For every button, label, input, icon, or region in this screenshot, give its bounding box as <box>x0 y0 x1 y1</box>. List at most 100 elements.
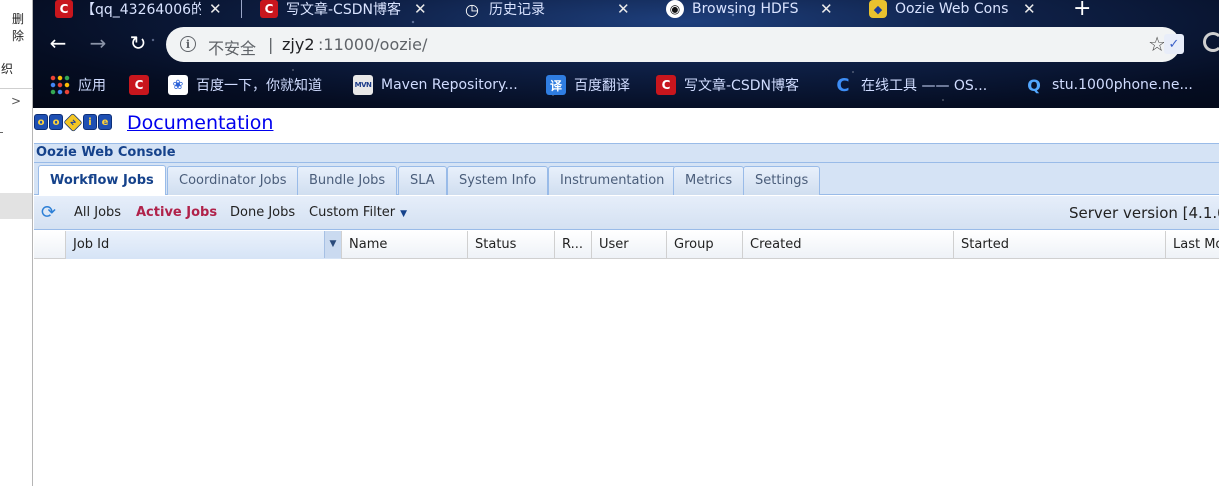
url-path: :11000/oozie/ <box>318 35 428 54</box>
maven-icon: MVN <box>353 75 373 95</box>
bookmark-label: 写文章-CSDN博客 <box>684 78 799 94</box>
active-jobs-button[interactable]: Active Jobs <box>136 205 217 220</box>
column-label: Job Id <box>73 237 110 252</box>
csdn-icon: C <box>260 0 278 18</box>
extension-icon[interactable]: ✓ <box>1164 34 1184 54</box>
column-job-id[interactable]: Job Id ▼ <box>65 231 341 259</box>
oozie-page: oozie Documentation Oozie Web Console Wo… <box>34 108 1219 486</box>
browser-tab-2[interactable]: C 写文章-CSDN博客 ✕ <box>260 0 427 18</box>
translate-icon: 译 <box>546 75 566 95</box>
tab-coordinator-jobs[interactable]: Coordinator Jobs <box>167 166 299 195</box>
bookmark-label: stu.1000phone.ne... <box>1052 77 1193 93</box>
bookmark-label: 应用 <box>78 78 106 94</box>
tool-icon: C <box>836 74 850 96</box>
custom-filter-button[interactable]: Custom Filter ▼ <box>309 205 407 220</box>
bookmark-stu[interactable]: Q stu.1000phone.ne... <box>1024 75 1193 95</box>
tab-label: Oozie Web Cons <box>895 1 1009 17</box>
close-icon[interactable]: ✕ <box>209 0 222 18</box>
divider <box>0 88 32 89</box>
tab-label: Browsing HDFS <box>692 1 799 17</box>
custom-filter-label: Custom Filter <box>309 205 396 220</box>
console-title: Oozie Web Console <box>34 143 1219 163</box>
column-user[interactable]: User <box>591 231 666 259</box>
tab-bundle-jobs[interactable]: Bundle Jobs <box>297 166 398 195</box>
server-version: Server version [4.1.0 <box>1069 204 1219 222</box>
tab-workflow-jobs[interactable]: Workflow Jobs <box>38 165 166 195</box>
info-icon[interactable]: i <box>180 36 196 52</box>
column-started[interactable]: Started <box>953 231 1165 259</box>
csdn-icon: C <box>129 75 149 95</box>
close-icon[interactable]: ✕ <box>414 0 427 18</box>
bookmark-label: 在线工具 —— OS... <box>861 78 988 94</box>
stu-icon: Q <box>1027 75 1041 95</box>
bookmark-csdn[interactable]: C <box>129 75 149 95</box>
column-name[interactable]: Name <box>341 231 467 259</box>
bookmark-maven[interactable]: MVN Maven Repository... <box>353 75 518 95</box>
extension-icon-2[interactable] <box>1203 32 1219 52</box>
tab-settings[interactable]: Settings <box>743 166 821 195</box>
browser-tab-1[interactable]: C 【qq_43264006的 ✕ <box>55 0 222 18</box>
refresh-icon[interactable]: ⟳ <box>41 204 59 222</box>
organize-label[interactable]: 织 <box>1 60 13 77</box>
browser-tab-3[interactable]: ◷ 历史记录 ✕ <box>463 0 630 18</box>
column-status[interactable]: Status <box>467 231 554 259</box>
security-status[interactable]: 不安全 <box>208 35 256 59</box>
background-window: 删除 织 > <box>0 0 33 486</box>
column-menu-icon[interactable]: ▼ <box>324 231 341 258</box>
oozie-icon: ◆ <box>869 0 887 18</box>
bookmark-apps[interactable]: 应用 <box>50 75 106 95</box>
jobs-grid-header: Job Id ▼ Name Status R... User Group Cre… <box>34 231 1219 259</box>
history-icon: ◷ <box>465 0 479 18</box>
bookmark-label: 百度翻译 <box>574 78 630 94</box>
delete-label[interactable]: 删除 <box>12 10 32 44</box>
screen: 删除 织 > C 【qq_43264006的 ✕ C 写文章-CSDN博客 ✕ … <box>0 0 1219 486</box>
tab-metrics[interactable]: Metrics <box>673 166 745 195</box>
tab-label: 写文章-CSDN博客 <box>286 2 401 18</box>
caret-down-icon: ▼ <box>400 209 408 219</box>
address-bar[interactable]: i 不安全 | zjy2 :11000/oozie/ ☆ <box>166 27 1180 62</box>
browser-tab-4[interactable]: ◉ Browsing HDFS ✕ <box>666 0 833 18</box>
tab-label: 历史记录 <box>489 2 545 18</box>
close-icon[interactable]: ✕ <box>1023 0 1036 18</box>
apps-icon <box>50 75 70 95</box>
chevron-right-icon[interactable]: > <box>11 94 21 108</box>
column-run[interactable]: R... <box>554 231 591 259</box>
globe-icon: ◉ <box>666 0 684 18</box>
tab-system-info[interactable]: System Info <box>447 166 549 195</box>
done-jobs-button[interactable]: Done Jobs <box>230 205 295 220</box>
forward-button[interactable]: → <box>87 31 109 55</box>
column-last-modified[interactable]: Last Mo <box>1165 231 1219 259</box>
divider <box>0 132 3 133</box>
tab-instrumentation[interactable]: Instrumentation <box>548 166 677 195</box>
bookmark-label: Maven Repository... <box>381 77 518 93</box>
csdn-icon: C <box>55 0 73 18</box>
oozie-logo: oozie <box>34 112 112 133</box>
tab-divider <box>241 0 242 18</box>
back-button[interactable]: ← <box>47 31 69 55</box>
tab-sla[interactable]: SLA <box>398 166 447 195</box>
close-icon[interactable]: ✕ <box>617 0 630 18</box>
reload-button[interactable]: ↻ <box>127 31 149 55</box>
jobs-toolbar: ⟳ All Jobs Active Jobs Done Jobs Custom … <box>34 196 1219 230</box>
browser-chrome: C 【qq_43264006的 ✕ C 写文章-CSDN博客 ✕ ◷ 历史记录 … <box>33 0 1219 108</box>
selected-row[interactable] <box>0 193 32 219</box>
baidu-paw-icon: ❀ <box>168 75 188 95</box>
row-number-column <box>34 231 65 259</box>
tab-label: 【qq_43264006的 <box>81 2 201 18</box>
csdn-icon: C <box>656 75 676 95</box>
bookmark-online-tools[interactable]: C 在线工具 —— OS... <box>833 74 988 96</box>
bookmark-baidu[interactable]: ❀ 百度一下，你就知道 <box>168 75 322 95</box>
bookmark-label: 百度一下，你就知道 <box>196 78 322 94</box>
bookmark-csdn-write[interactable]: C 写文章-CSDN博客 <box>656 75 799 95</box>
close-icon[interactable]: ✕ <box>820 0 833 18</box>
column-group[interactable]: Group <box>666 231 742 259</box>
browser-tab-5-active[interactable]: ◆ Oozie Web Cons ✕ <box>869 0 1036 18</box>
all-jobs-button[interactable]: All Jobs <box>74 205 121 220</box>
bookmark-translate[interactable]: 译 百度翻译 <box>546 75 630 95</box>
documentation-link[interactable]: Documentation <box>127 112 273 134</box>
column-created[interactable]: Created <box>742 231 953 259</box>
oozie-tab-bar: Workflow Jobs Coordinator Jobs Bundle Jo… <box>34 163 1219 195</box>
url-separator: | <box>268 35 274 54</box>
url-host: zjy2 <box>282 35 315 54</box>
new-tab-button[interactable]: + <box>1073 0 1091 21</box>
